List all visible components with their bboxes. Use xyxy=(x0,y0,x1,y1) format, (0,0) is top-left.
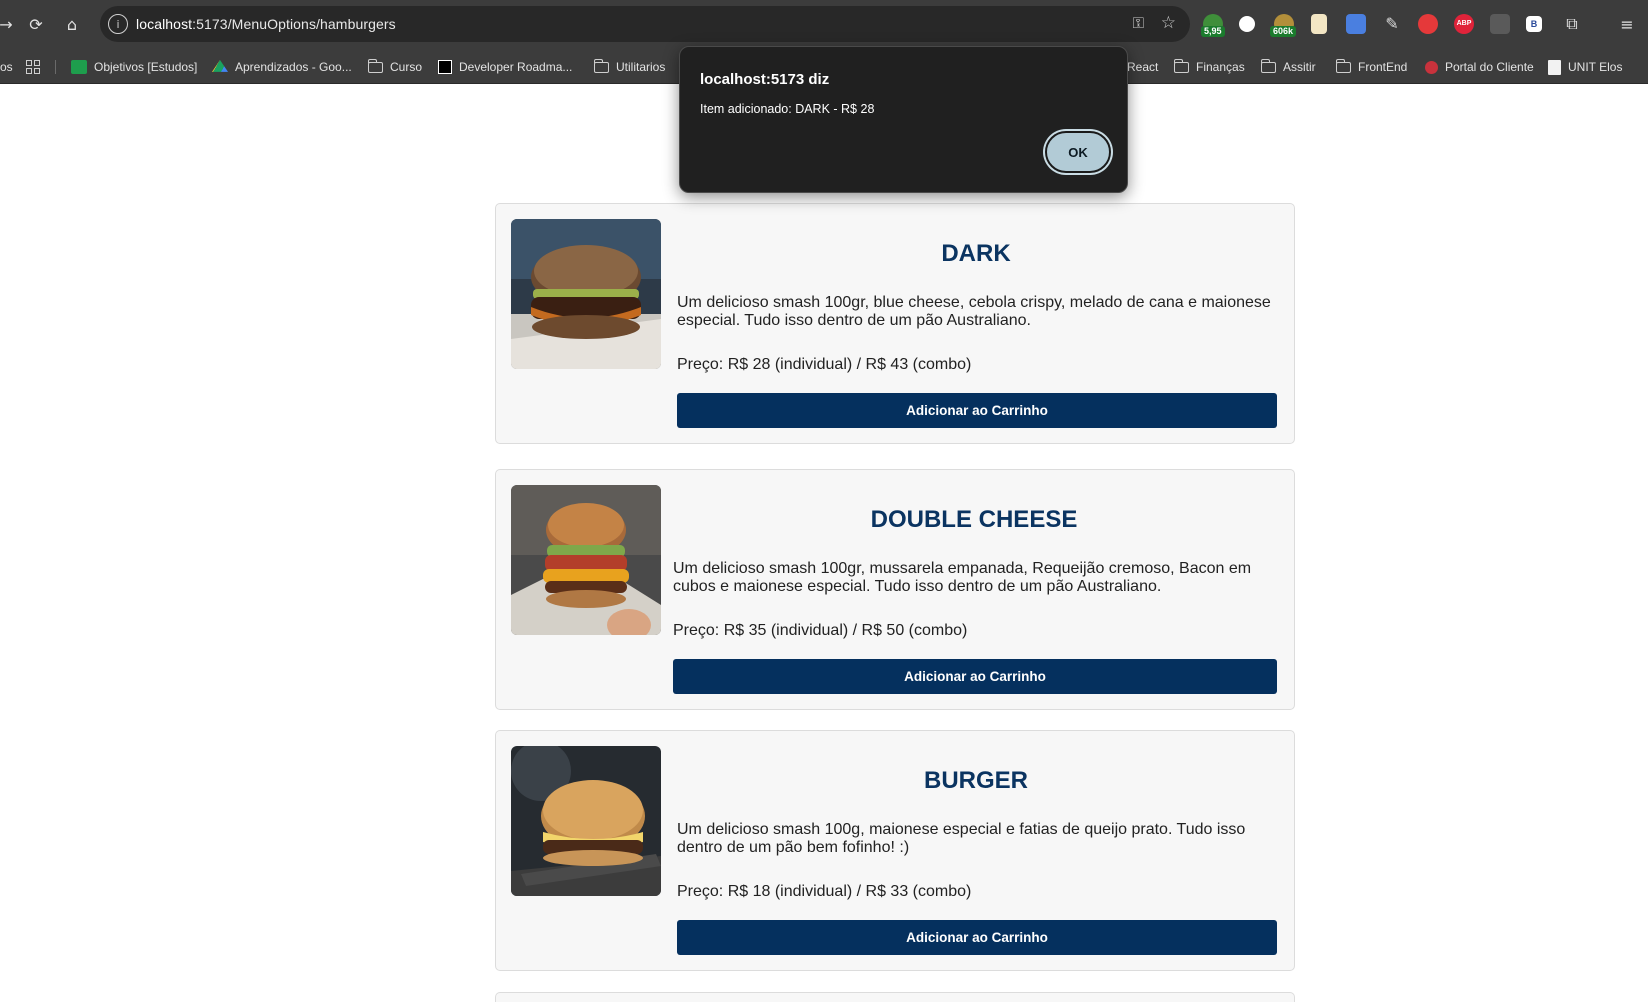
menu-card-dark: DARK Um delicioso smash 100gr, blue chee… xyxy=(495,203,1295,444)
bookmark-react[interactable]: React xyxy=(1127,58,1158,76)
bookmark-utilitarios[interactable]: Utilitarios xyxy=(593,58,666,76)
bookmark-frontend[interactable]: FrontEnd xyxy=(1335,58,1408,76)
extension-b-label: B xyxy=(1530,19,1538,29)
url-text[interactable]: localhost:5173/MenuOptions/hamburgers xyxy=(136,16,396,32)
burger-photo-dark xyxy=(511,219,661,369)
menu-card-next-partial xyxy=(495,992,1295,1002)
bookmark-fragment-label: os xyxy=(0,60,13,74)
folder-icon xyxy=(593,58,609,73)
bookmark-unit-elos[interactable]: UNIT Elos xyxy=(1548,58,1622,76)
bookmark-fragment[interactable]: os xyxy=(0,58,13,76)
item-description: Um delicioso smash 100g, maionese especi… xyxy=(677,821,1246,856)
reload-icon[interactable]: ⟳ xyxy=(24,12,48,36)
bookmarks-divider xyxy=(55,60,56,74)
home-icon[interactable]: ⌂ xyxy=(60,12,84,36)
sheets-icon xyxy=(71,60,87,74)
reading-list-icon[interactable]: ≡ xyxy=(1615,12,1639,36)
folder-icon xyxy=(1260,58,1276,73)
folder-icon xyxy=(1173,58,1189,73)
forward-icon[interactable]: → xyxy=(0,12,18,36)
bookmark-label: Finanças xyxy=(1196,60,1245,74)
extension-hand-icon[interactable] xyxy=(1418,14,1438,34)
eyedropper-extension-icon[interactable]: ✎ xyxy=(1382,14,1402,34)
bookmark-label: Developer Roadma... xyxy=(459,60,573,74)
extensions-puzzle-icon[interactable]: ⧉ xyxy=(1560,12,1584,36)
add-to-cart-button[interactable]: Adicionar ao Carrinho xyxy=(677,393,1277,428)
address-bar[interactable]: i localhost:5173/MenuOptions/hamburgers … xyxy=(100,6,1190,42)
item-title: DARK xyxy=(941,240,1011,267)
item-title: BURGER xyxy=(923,767,1028,794)
burger-photo-double-cheese xyxy=(511,485,661,635)
extension-grey-icon[interactable] xyxy=(1490,14,1510,34)
bookmark-label: Utilitarios xyxy=(616,60,666,74)
browser-toolbar: → ⟳ ⌂ i localhost:5173/MenuOptions/hambu… xyxy=(0,0,1648,48)
bookmark-label: Aprendizados - Goo... xyxy=(235,60,352,74)
bookmark-portal-do-cliente[interactable]: Portal do Cliente xyxy=(1425,58,1534,76)
doc-icon xyxy=(1548,59,1561,75)
extension-counter-icon[interactable]: 606k xyxy=(1270,14,1297,37)
bookmark-aprendizados[interactable]: Aprendizados - Goo... xyxy=(212,58,352,76)
alert-dialog: localhost:5173 diz Item adicionado: DARK… xyxy=(679,46,1128,193)
extension-badge-two: 606k xyxy=(1270,26,1297,37)
bookmark-assitir[interactable]: Assitir xyxy=(1260,58,1316,76)
item-title: DOUBLE CHEESE xyxy=(870,506,1078,533)
item-price: Preço: R$ 18 (individual) / R$ 33 (combo… xyxy=(677,883,972,900)
site-info-icon[interactable]: i xyxy=(108,14,128,34)
roadmap-icon xyxy=(438,60,452,74)
extension-circle-icon[interactable] xyxy=(1239,16,1255,32)
menu-card-burger: BURGER Um delicioso smash 100g, maionese… xyxy=(495,730,1295,971)
add-to-cart-button[interactable]: Adicionar ao Carrinho xyxy=(673,659,1277,694)
folder-icon xyxy=(1335,58,1351,73)
bookmark-label: React xyxy=(1127,60,1159,74)
bookmark-label: Objetivos [Estudos] xyxy=(94,60,198,74)
bookmark-star-icon[interactable]: ☆ xyxy=(1161,13,1176,33)
bookmark-financas[interactable]: Finanças xyxy=(1173,58,1245,76)
item-description: Um delicioso smash 100gr, blue cheese, c… xyxy=(677,294,1271,329)
drive-icon xyxy=(212,60,228,72)
adblock-label: ABP xyxy=(1456,20,1472,27)
menu-card-double-cheese: DOUBLE CHEESE Um delicioso smash 100gr, … xyxy=(495,469,1295,710)
password-key-icon[interactable]: ⚿ xyxy=(1133,14,1144,32)
bookmark-label: Portal do Cliente xyxy=(1445,60,1534,74)
extension-green-icon[interactable]: 5,95 xyxy=(1201,14,1225,37)
dialog-message: Item adicionado: DARK - R$ 28 xyxy=(700,102,875,116)
dialog-title: localhost:5173 diz xyxy=(700,71,830,88)
item-description: Um delicioso smash 100gr, mussarela empa… xyxy=(673,560,1252,595)
add-to-cart-button[interactable]: Adicionar ao Carrinho xyxy=(677,920,1277,955)
ok-button[interactable]: OK xyxy=(1045,131,1111,173)
bookmark-label: Curso xyxy=(390,60,423,74)
burger-photo-burger xyxy=(511,746,661,896)
extension-b-icon[interactable]: B xyxy=(1526,16,1542,32)
page-content: DARK Um delicioso smash 100gr, blue chee… xyxy=(0,84,1648,1002)
extension-notes-icon[interactable] xyxy=(1311,14,1327,34)
bookmark-label: Assitir xyxy=(1283,60,1316,74)
item-price: Preço: R$ 28 (individual) / R$ 43 (combo… xyxy=(677,356,972,373)
item-price: Preço: R$ 35 (individual) / R$ 50 (combo… xyxy=(673,622,968,639)
adblock-extension-icon[interactable]: ABP xyxy=(1454,14,1474,34)
bookmark-label: UNIT Elos xyxy=(1568,60,1623,74)
portal-icon xyxy=(1425,60,1438,74)
apps-grid-icon[interactable] xyxy=(26,58,40,76)
url-path: :5173/MenuOptions/hamburgers xyxy=(192,16,396,32)
extension-badge-one: 5,95 xyxy=(1201,26,1225,37)
folder-icon xyxy=(367,58,383,73)
bookmark-developer-roadmap[interactable]: Developer Roadma... xyxy=(438,58,572,76)
bookmark-curso[interactable]: Curso xyxy=(367,58,423,76)
bookmark-label: FrontEnd xyxy=(1358,60,1408,74)
url-host: localhost xyxy=(136,16,193,32)
translate-extension-icon[interactable] xyxy=(1346,14,1366,34)
bookmark-objetivos[interactable]: Objetivos [Estudos] xyxy=(71,58,197,76)
